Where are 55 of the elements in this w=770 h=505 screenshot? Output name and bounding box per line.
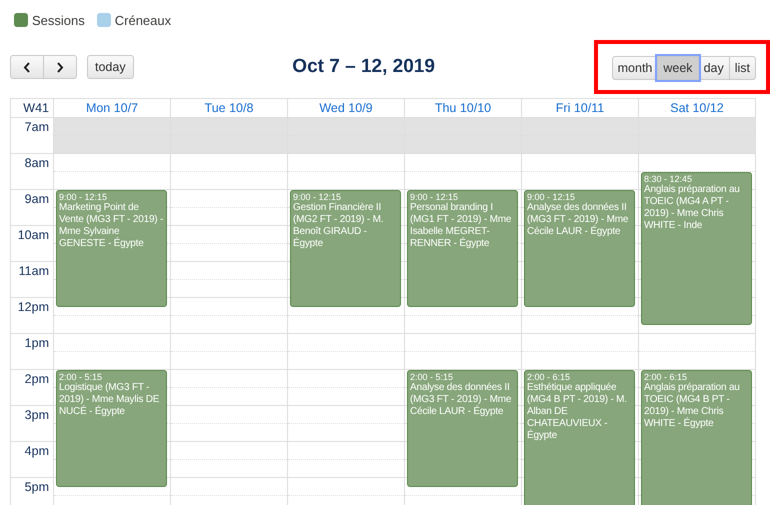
event-title: Anglais préparation au TOEIC (MG4 A PT - 2019) - Mme Chris WHITE - Inde (644, 184, 741, 232)
session-event[interactable]: 9:00 - 12:15 Analyse des données II (MG3 FT - 2019) - Mme Cécile LAUR - Égypte (524, 190, 635, 307)
event-time: 2:00 - 5:15 (59, 372, 104, 382)
next-button[interactable] (43, 55, 77, 79)
view-tab[interactable]: week (657, 56, 699, 80)
today-button[interactable]: today (87, 55, 134, 79)
day-header[interactable]: Mon 10/7 (86, 101, 138, 115)
week-number: W41 (22, 100, 50, 117)
date-range-title: Oct 7 – 12, 2019 (291, 56, 436, 78)
legend-label: Créneaux (114, 12, 172, 28)
event-title: Logistique (MG3 FT - 2019) - Mme Maylis DE NUCÉ - Égypte (59, 382, 160, 418)
event-time: 9:00 - 12:15 (59, 192, 108, 202)
event-time: 9:00 - 12:15 (410, 192, 460, 202)
time-label: 10am (18, 228, 49, 242)
time-label: 8am (24, 156, 49, 170)
day-header[interactable]: Tue 10/8 (204, 101, 254, 115)
session-event[interactable]: 2:00 - 6:15 Esthétique appliquée (MG4 B PT - 2019) - M. Alban DE CHATEAUVIEUX - Égypte (524, 370, 635, 505)
session-event[interactable]: 2:00 - 5:15 Analyse des données II (MG3 FT - 2019) - Mme Cécile LAUR - Égypte (407, 370, 518, 487)
event-time: 2:00 - 6:15 (527, 372, 572, 382)
session-event[interactable]: 2:00 - 6:15 Anglais préparation au TOEIC (MG4 B PT - 2019) - Mme Chris WHITE - Égypte (641, 370, 752, 505)
day-header[interactable]: Thu 10/10 (434, 101, 492, 115)
time-label: 9am (24, 192, 49, 206)
event-time: 2:00 - 6:15 (644, 372, 688, 382)
session-event[interactable]: 8:30 - 12:45 Anglais préparation au TOEIC (MG4 A PT - 2019) - Mme Chris WHITE - Inde (641, 172, 752, 325)
time-label: 11am (18, 264, 49, 278)
session-event[interactable]: 9:00 - 12:15 Marketing Point de Vente (MG3 FT - 2019) - Mme Sylvaine GENESTE - Égypte (56, 190, 167, 307)
previous-button[interactable] (10, 55, 44, 79)
time-label: 1pm (24, 336, 49, 350)
time-label: 3pm (24, 408, 49, 422)
chevron-left-icon (23, 62, 31, 72)
event-title: Gestion Financière II (MG2 FT - 2019) - M. Benoît GIRAUD - Égypte (293, 202, 384, 250)
event-time: 8:30 - 12:45 (644, 174, 694, 184)
chevron-right-icon (56, 62, 64, 72)
event-title: Anglais préparation au TOEIC (MG4 B PT - 2019) - Mme Chris WHITE - Égypte (644, 382, 741, 430)
time-label: 5pm (24, 480, 49, 494)
event-time: 9:00 - 12:15 (527, 192, 576, 202)
view-tab[interactable]: list (728, 56, 756, 80)
time-label: 12pm (18, 300, 49, 314)
event-title: Analyse des données II (MG3 FT - 2019) - Mme Cécile LAUR - Égypte (410, 382, 512, 418)
session-event[interactable]: 9:00 - 12:15 Gestion Financière II (MG2 FT - 2019) - M. Benoît GIRAUD - Égypte (290, 190, 401, 307)
event-title: Marketing Point de Vente (MG3 FT - 2019) - Mme Sylvaine GENESTE - Égypte (59, 202, 164, 250)
event-title: Analyse des données II (MG3 FT - 2019) - Mme Cécile LAUR - Égypte (527, 202, 630, 238)
event-time: 2:00 - 5:15 (410, 372, 454, 382)
event-time: 9:00 - 12:15 (293, 192, 342, 202)
event-title: Personal branding I (MG1 FT - 2019) - Mme Isabelle MEGRET-RENNER - Égypte (410, 202, 512, 250)
day-header[interactable]: Fri 10/11 (556, 101, 604, 115)
session-event[interactable]: 9:00 - 12:15 Personal branding I (MG1 FT - 2019) - Mme Isabelle MEGRET-RENNER - Égypte (407, 190, 518, 307)
day-header[interactable]: Wed 10/9 (319, 101, 373, 115)
session-event[interactable]: 2:00 - 5:15 Logistique (MG3 FT - 2019) - Mme Maylis DE NUCÉ - Égypte (56, 370, 167, 487)
time-label: 4pm (24, 444, 49, 458)
legend-label: Sessions (32, 12, 85, 28)
time-label: 2pm (24, 372, 49, 386)
event-title: Esthétique appliquée (MG4 B PT - 2019) - M. Alban DE CHATEAUVIEUX - Égypte (527, 382, 628, 442)
time-label: 7am (24, 120, 49, 134)
day-header[interactable]: Sat 10/12 (670, 101, 724, 115)
